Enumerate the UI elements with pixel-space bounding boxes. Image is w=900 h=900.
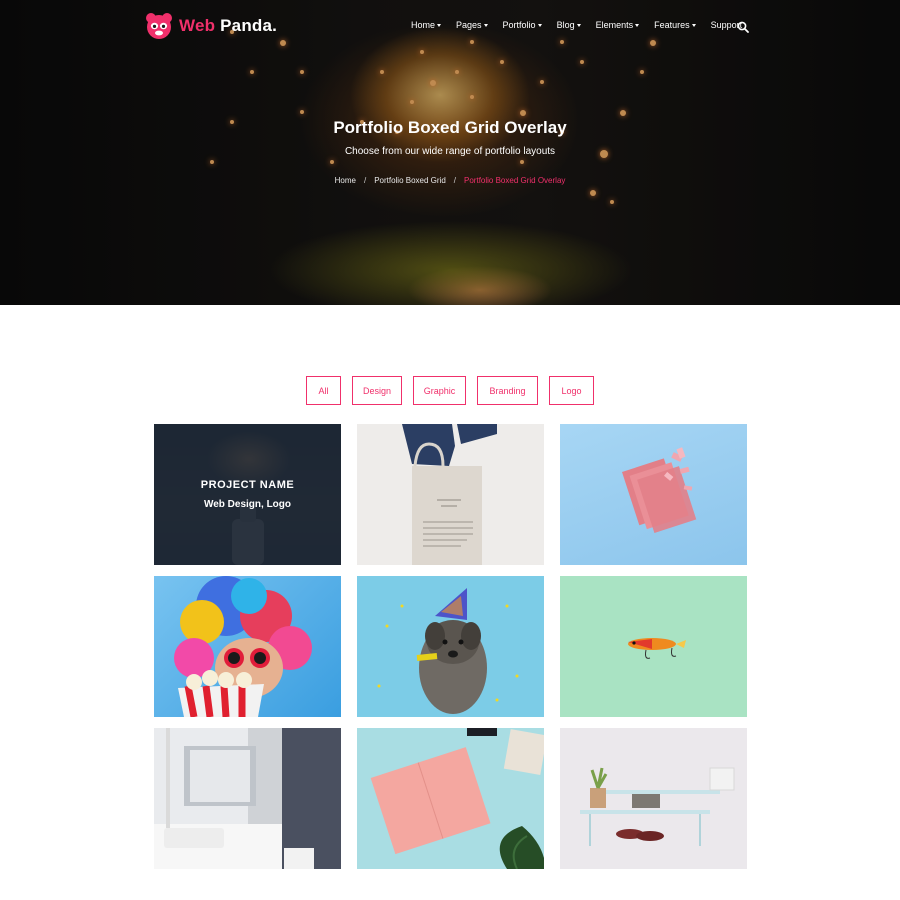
project-name: PROJECT NAME — [200, 479, 295, 491]
panda-icon — [146, 13, 172, 39]
portfolio-overlay: PROJECT NAME Web Design, Logo — [154, 424, 341, 565]
portfolio-item[interactable] — [154, 576, 341, 717]
portfolio-filters: All Design Graphic Branding Logo — [0, 376, 900, 405]
nav-item-features[interactable]: Features — [654, 20, 696, 30]
portfolio-image — [622, 447, 697, 533]
hero-banner: Web Panda. Home Pages Portfolio Blog Ele… — [0, 0, 900, 305]
portfolio-item[interactable] — [560, 576, 747, 717]
portfolio-item[interactable] — [560, 728, 747, 869]
page-subtitle: Choose from our wide range of portfolio … — [344, 146, 556, 157]
nav-item-elements[interactable]: Elements — [596, 20, 640, 30]
filter-branding[interactable]: Branding — [477, 376, 538, 405]
nav-item-portfolio[interactable]: Portfolio — [503, 20, 542, 30]
search-icon[interactable] — [737, 21, 749, 33]
breadcrumb-portfolio-boxed-grid[interactable]: Portfolio Boxed Grid — [374, 176, 446, 185]
portfolio-item[interactable] — [357, 424, 544, 565]
portfolio-image — [154, 728, 341, 869]
page-title: Portfolio Boxed Grid Overlay — [333, 118, 567, 137]
breadcrumb: Home / Portfolio Boxed Grid / Portfolio … — [0, 176, 900, 185]
portfolio-image — [628, 638, 686, 659]
breadcrumb-current: Portfolio Boxed Grid Overlay — [464, 176, 566, 185]
portfolio-image — [174, 576, 312, 717]
filter-logo[interactable]: Logo — [549, 376, 594, 405]
nav-item-home[interactable]: Home — [411, 20, 442, 30]
filter-all[interactable]: All — [306, 376, 341, 405]
portfolio-item[interactable] — [357, 728, 544, 869]
chevron-down-icon — [635, 23, 640, 27]
chevron-down-icon — [576, 23, 581, 27]
project-categories: Web Design, Logo — [203, 499, 292, 510]
portfolio-image — [402, 424, 497, 565]
portfolio-item[interactable] — [154, 728, 341, 869]
chevron-down-icon — [691, 23, 696, 27]
logo[interactable]: Web Panda. — [145, 12, 277, 40]
filter-design[interactable]: Design — [352, 376, 402, 405]
chevron-down-icon — [483, 23, 488, 27]
chevron-down-icon — [437, 23, 442, 27]
nav-item-blog[interactable]: Blog — [557, 20, 581, 30]
logo-text: Web Panda. — [179, 16, 278, 35]
chevron-down-icon — [537, 23, 542, 27]
filter-graphic[interactable]: Graphic — [413, 376, 466, 405]
portfolio-image — [377, 588, 519, 714]
breadcrumb-separator: / — [363, 176, 367, 185]
portfolio-item[interactable] — [357, 576, 544, 717]
portfolio-item[interactable]: PROJECT NAME Web Design, Logo — [154, 424, 341, 565]
nav-item-pages[interactable]: Pages — [456, 20, 488, 30]
main-nav: Home Pages Portfolio Blog Elements Featu… — [411, 20, 757, 30]
portfolio-item[interactable] — [560, 424, 747, 565]
breadcrumb-separator: / — [453, 176, 457, 185]
portfolio-image — [370, 728, 544, 869]
breadcrumb-home[interactable]: Home — [335, 176, 356, 185]
portfolio-image — [580, 767, 735, 846]
